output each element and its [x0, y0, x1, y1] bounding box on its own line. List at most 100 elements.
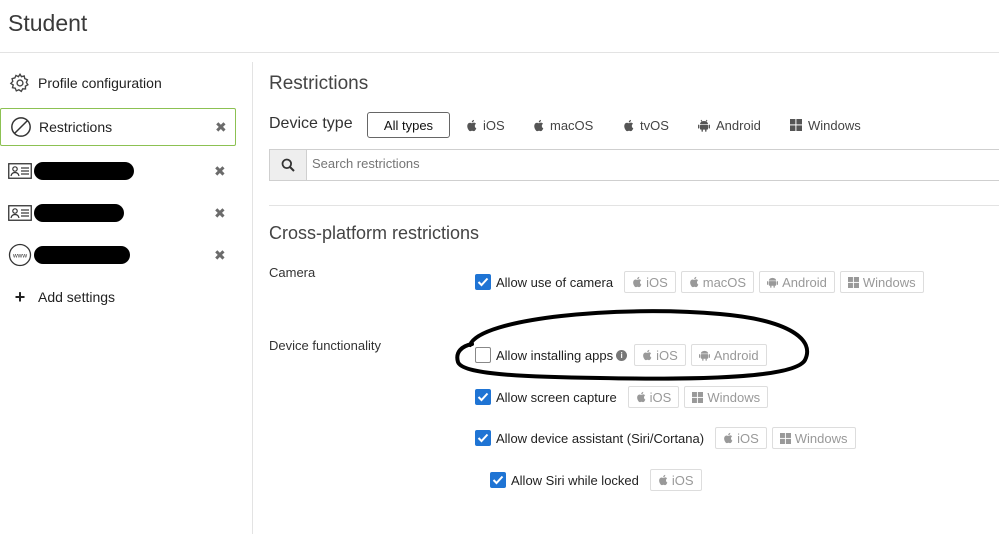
vertical-divider [252, 62, 253, 534]
device-type-windows[interactable]: Windows [790, 112, 861, 138]
search-icon [281, 158, 295, 172]
platform-label: iOS [737, 430, 759, 446]
add-settings-button[interactable]: + Add settings [0, 278, 236, 316]
sidebar-item-redacted-3[interactable]: www ✖ [0, 236, 236, 274]
restriction-label: Allow device assistant (Siri/Cortana) [496, 430, 705, 446]
device-type-ios[interactable]: iOS [466, 112, 505, 138]
device-type-label: tvOS [640, 117, 669, 133]
plus-icon: + [14, 286, 26, 307]
platform-label: iOS [671, 472, 694, 488]
restriction-row-screen-capture: Allow screen capture iOS Windows [475, 385, 769, 409]
device-type-label: All types [383, 117, 434, 133]
platform-badge-ios: iOS [649, 469, 702, 491]
sidebar-item-label: Restrictions [39, 119, 113, 135]
id-card-icon [8, 159, 32, 183]
remove-icon[interactable]: ✖ [214, 205, 226, 222]
platform-badge-ios: iOS [627, 386, 680, 408]
android-icon [698, 350, 710, 361]
sidebar-item-redacted-2[interactable]: ✖ [0, 194, 236, 232]
sidebar-item-label: Profile configuration [38, 75, 162, 91]
info-icon[interactable]: i [616, 349, 628, 361]
apple-icon [624, 119, 634, 131]
platform-badge-windows: Windows [839, 271, 924, 293]
platform-label: Windows [794, 430, 848, 446]
page-title: Student [8, 10, 88, 36]
platform-badge-ios: iOS [624, 271, 676, 293]
sidebar-item-restrictions[interactable]: Restrictions ✖ [0, 108, 236, 146]
windows-icon [790, 119, 802, 131]
group-label-device-functionality: Device functionality [269, 338, 381, 353]
id-card-icon [8, 201, 32, 225]
redaction-mark [34, 204, 124, 222]
device-type-label: Android [716, 117, 761, 133]
device-type-all-types[interactable]: All types [367, 112, 450, 138]
add-settings-label: Add settings [38, 289, 116, 305]
apple-icon [633, 276, 642, 288]
top-divider [0, 52, 999, 53]
device-type-tvos[interactable]: tvOS [623, 112, 669, 138]
restriction-row-camera: Allow use of camera iOS macOS Android Wi… [475, 270, 924, 294]
apple-icon [534, 119, 544, 131]
device-type-label: macOS [550, 117, 594, 133]
apple-icon [689, 276, 699, 288]
redaction-mark [34, 162, 134, 180]
platform-label: Windows [862, 274, 916, 290]
restriction-label: Allow Siri while locked [511, 472, 639, 488]
remove-icon[interactable]: ✖ [214, 163, 226, 180]
restriction-row-installing-apps: Allow installing apps i iOS Android [475, 343, 767, 367]
device-type-label: iOS [483, 117, 505, 133]
checkbox-checked[interactable] [490, 472, 506, 488]
platform-badge-ios: iOS [634, 344, 686, 366]
platform-label: iOS [649, 389, 672, 405]
search-bar [269, 149, 999, 181]
device-type-macos[interactable]: macOS [533, 112, 593, 138]
android-icon [698, 119, 710, 132]
section-title: Cross-platform restrictions [269, 223, 480, 243]
apple-icon [724, 432, 733, 444]
prohibit-icon [9, 115, 33, 139]
www-icon: www [8, 243, 32, 267]
platform-label: iOS [656, 347, 678, 363]
android-icon [767, 277, 779, 288]
platform-badge-android: Android [759, 271, 835, 293]
sidebar-item-redacted-1[interactable]: ✖ [0, 152, 236, 190]
platform-badge-windows: Windows [684, 386, 769, 408]
apple-icon [467, 119, 477, 131]
svg-text:www: www [12, 253, 27, 260]
checkbox-checked[interactable] [475, 430, 491, 446]
platform-label: Android [713, 347, 759, 363]
apple-icon [659, 474, 668, 486]
checkbox-unchecked[interactable] [475, 347, 491, 363]
device-type-label: Device type [269, 115, 353, 132]
device-type-label: Windows [808, 117, 861, 133]
remove-icon[interactable]: ✖ [215, 119, 227, 136]
search-input[interactable] [310, 155, 814, 172]
restriction-label: Allow use of camera [496, 274, 614, 290]
platform-label: macOS [702, 274, 747, 290]
platform-label: Android [782, 274, 827, 290]
apple-icon [636, 391, 646, 403]
windows-icon [779, 432, 791, 444]
sidebar-item-profile-configuration[interactable]: Profile configuration [0, 64, 236, 102]
search-button[interactable] [270, 150, 307, 180]
platform-label: Windows [707, 389, 761, 405]
device-type-android[interactable]: Android [698, 112, 761, 138]
gear-icon [8, 71, 32, 95]
section-divider [269, 205, 999, 206]
platform-badge-android: Android [690, 344, 767, 366]
platform-badge-macos: macOS [680, 271, 755, 293]
checkbox-checked[interactable] [475, 389, 491, 405]
group-label-camera: Camera [269, 265, 316, 280]
platform-label: iOS [646, 274, 668, 290]
redaction-mark [34, 246, 130, 264]
checkbox-checked[interactable] [475, 274, 491, 290]
main-title: Restrictions [269, 73, 369, 94]
platform-badge-ios: iOS [715, 427, 767, 449]
apple-icon [643, 349, 652, 361]
platform-badge-windows: Windows [771, 427, 856, 449]
remove-icon[interactable]: ✖ [214, 247, 226, 264]
restriction-label: Allow installing apps [496, 347, 614, 363]
restriction-label: Allow screen capture [496, 389, 617, 405]
windows-icon [847, 276, 859, 288]
restriction-row-siri-locked: Allow Siri while locked iOS [490, 468, 702, 492]
